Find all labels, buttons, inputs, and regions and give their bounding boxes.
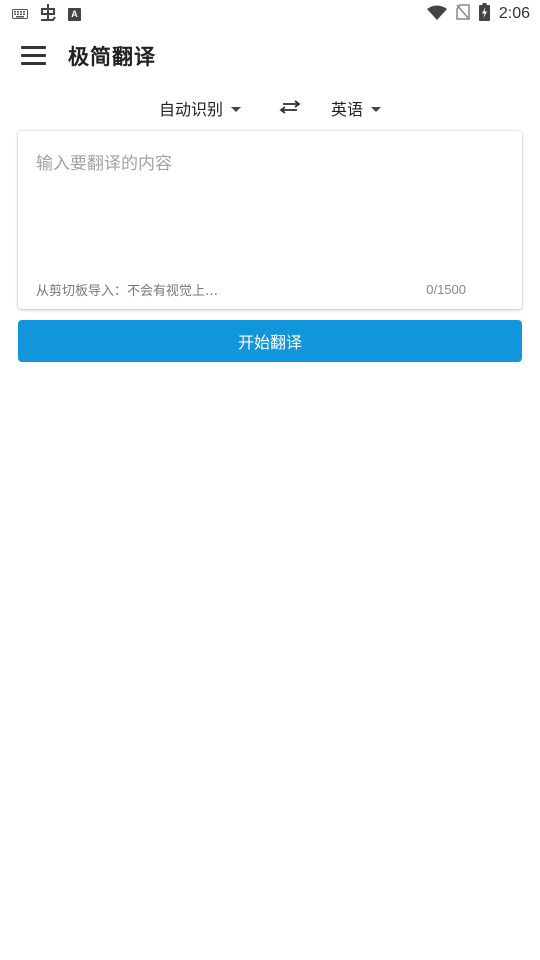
app-bar: 极简翻译 [0,28,540,84]
source-language-select[interactable]: 自动识别 [159,96,241,120]
keyboard-icon [12,5,28,23]
status-bar-right: 2:06 [426,3,530,25]
swap-arrows-icon [279,99,301,118]
source-language-label: 自动识别 [158,100,223,119]
app-title: 极简翻译 [68,45,156,69]
target-language-select[interactable]: 英语 [331,96,382,120]
no-sim-icon [456,4,470,24]
start-translate-button[interactable]: 开始翻译 [18,320,522,362]
hamburger-icon [21,46,46,49]
status-bar-left: A [12,2,81,26]
translate-input[interactable] [18,131,522,271]
wifi-icon [426,5,447,24]
bug-icon [38,2,58,26]
caret-down-icon [371,106,382,112]
a-box-icon: A [68,7,81,21]
status-time: 2:06 [498,5,530,22]
clipboard-import-link[interactable]: 从剪切板导入：不会有视觉上… [36,280,218,299]
caret-down-icon [231,106,241,112]
input-card: 从剪切板导入：不会有视觉上… 0/1500 [18,131,522,309]
swap-languages-button[interactable] [279,99,301,118]
menu-button[interactable] [21,46,47,66]
status-bar: A 2:06 [0,0,540,28]
language-selector-row: 自动识别 英语 [0,88,540,128]
target-language-label: 英语 [331,100,364,119]
character-count: 0/1500 [426,282,466,297]
battery-charging-icon [478,3,490,25]
